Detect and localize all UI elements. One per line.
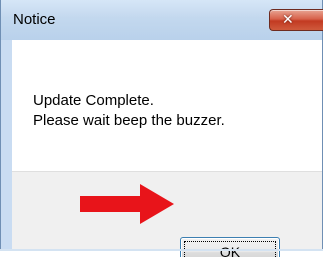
ok-button[interactable]: OK bbox=[180, 237, 280, 257]
close-icon: ✕ bbox=[282, 12, 294, 28]
dialog-title: Notice bbox=[13, 11, 56, 28]
message-line-2: Please wait beep the buzzer. bbox=[33, 112, 225, 129]
screenshot-canvas: Notice ✕ Update Complete. Please wait be… bbox=[0, 0, 323, 257]
message-line-1: Update Complete. bbox=[33, 92, 154, 109]
title-bar[interactable]: Notice ✕ bbox=[1, 0, 323, 40]
ok-button-label: OK bbox=[181, 238, 279, 257]
close-button[interactable]: ✕ bbox=[269, 9, 323, 31]
arrow-right-icon bbox=[80, 184, 174, 224]
message-panel: Update Complete. Please wait beep the bu… bbox=[12, 40, 322, 171]
window-bottom-edge bbox=[0, 249, 323, 251]
arrow-shape bbox=[80, 184, 174, 224]
